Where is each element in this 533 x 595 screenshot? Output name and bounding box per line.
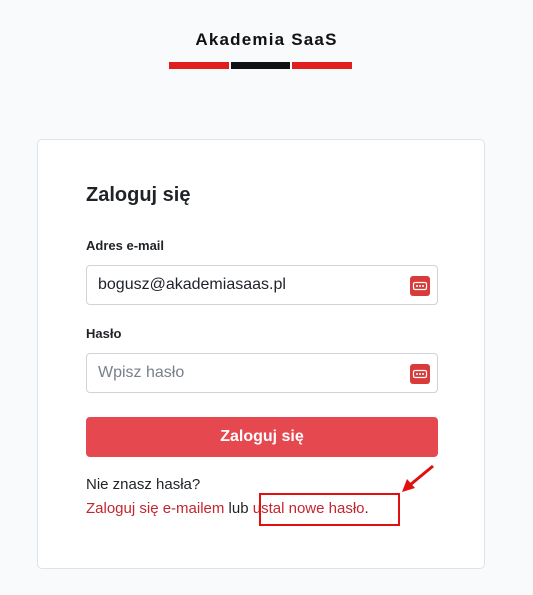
brand-bar-red — [169, 62, 229, 69]
email-field-wrapper — [86, 265, 438, 305]
forgot-password-question: Nie znasz hasła? — [86, 476, 201, 493]
brand-bar-red — [292, 62, 353, 69]
password-manager-icon[interactable] — [410, 276, 430, 296]
arrow-icon — [402, 464, 434, 492]
brand-logo-text: Akademia SaaS — [195, 30, 338, 49]
password-field[interactable] — [87, 354, 437, 392]
or-text: lub — [224, 500, 253, 517]
login-button[interactable]: Zaloguj się — [86, 417, 438, 457]
password-field-wrapper — [86, 353, 438, 393]
email-login-link[interactable]: Zaloguj się e-mailem — [86, 500, 224, 517]
password-manager-icon[interactable] — [410, 364, 430, 384]
password-label: Hasło — [86, 326, 122, 341]
brand-color-bar — [169, 62, 353, 69]
email-field[interactable] — [87, 266, 437, 304]
email-label: Adres e-mail — [86, 238, 165, 253]
page-title: Zaloguj się — [86, 184, 191, 206]
brand-bar-black — [230, 62, 291, 69]
annotation-highlight-box — [259, 493, 400, 526]
